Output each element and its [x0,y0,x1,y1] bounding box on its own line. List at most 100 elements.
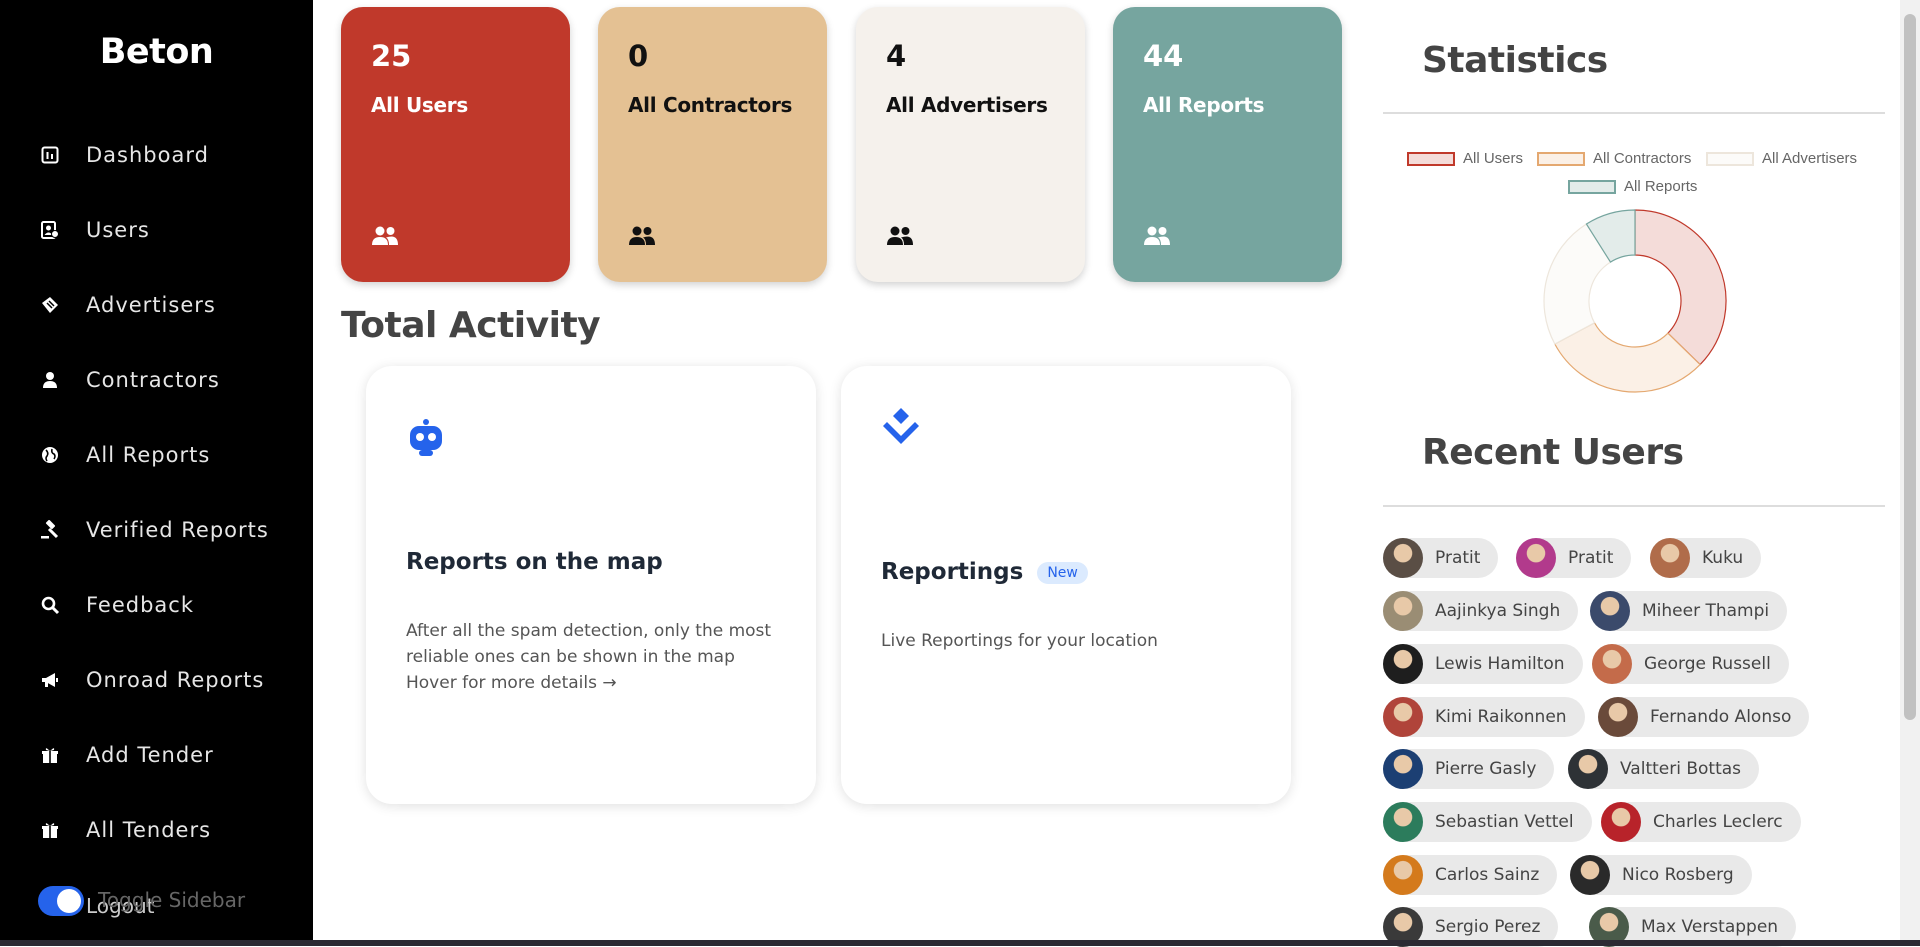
activity-card-title: Reports on the map [406,549,663,575]
gavel-icon [41,520,59,539]
user-name: Lewis Hamilton [1435,654,1565,674]
scrollbar-thumb[interactable] [1904,14,1916,720]
stat-card-all-reports[interactable]: 44 All Reports [1113,7,1342,282]
sidebar-item-add-tender[interactable]: Add Tender [40,735,310,775]
doughnut-slice-all-users[interactable] [1634,209,1727,366]
toggle-sidebar-label: Toggle Sidebar [98,888,246,912]
sidebar-item-users[interactable]: Users [40,210,310,250]
user-name: Carlos Sainz [1435,865,1540,885]
legend-swatch [1568,179,1616,194]
user-chip[interactable]: Nico Rosberg [1570,855,1752,895]
layers-icon [883,408,919,444]
globe-icon [42,447,58,463]
stat-card-all-advertisers[interactable]: 4 All Advertisers [856,7,1085,282]
sidebar-item-dashboard[interactable]: Dashboard [40,135,310,175]
legend-item[interactable]: All Users [1407,150,1523,167]
gift-icon [42,748,58,763]
user-name: George Russell [1644,654,1771,674]
user-id-icon [41,221,59,239]
user-chip[interactable]: Charles Leclerc [1601,802,1801,842]
avatar [1383,855,1423,895]
stat-label: All Reports [1143,93,1265,117]
activity-card-map[interactable]: Reports on the map After all the spam de… [366,366,816,804]
user-chip[interactable]: Lewis Hamilton [1383,644,1583,684]
user-name: Pratit [1568,548,1614,568]
sidebar-item-advertisers[interactable]: Advertisers [40,285,310,325]
sidebar-item-label: All Tenders [86,818,212,842]
users-icon [1144,226,1170,245]
stat-value: 0 [628,39,649,73]
legend-label: All Contractors [1593,150,1692,167]
user-name: Aajinkya Singh [1435,601,1561,621]
sidebar-item-onroad-reports[interactable]: Onroad Reports [40,660,310,700]
person-icon [43,372,57,388]
user-name: Sergio Perez [1435,917,1541,937]
recent-users-title: Recent Users [1422,432,1684,473]
total-activity-title: Total Activity [341,305,601,346]
search-icon [41,596,60,615]
hover-details-link[interactable]: Hover for more details → [406,670,786,696]
user-chip[interactable]: Kimi Raikonnen [1383,697,1585,737]
sidebar-item-contractors[interactable]: Contractors [40,360,310,400]
user-name: Miheer Thampi [1642,601,1770,621]
user-name: Fernando Alonso [1650,707,1792,727]
user-chip[interactable]: Pierre Gasly [1383,749,1555,789]
legend-item[interactable]: All Contractors [1537,150,1691,167]
user-chip[interactable]: George Russell [1592,644,1789,684]
user-name: Pierre Gasly [1435,759,1537,779]
user-chip[interactable]: Pratit [1383,538,1499,578]
sidebar-item-feedback[interactable]: Feedback [40,585,310,625]
avatar [1598,697,1638,737]
user-chip[interactable]: Kuku [1650,538,1762,578]
stat-card-all-users[interactable]: 25 All Users [341,7,570,282]
sidebar-toggle-switch[interactable] [38,886,84,916]
user-chip[interactable]: Fernando Alonso [1598,697,1810,737]
legend-item[interactable]: All Advertisers [1706,150,1857,167]
stat-value: 25 [371,39,412,73]
sidebar-item-label: Add Tender [86,743,214,767]
avatar [1590,591,1630,631]
sidebar-item-verified-reports[interactable]: Verified Reports [40,510,310,550]
user-chip[interactable]: Valtteri Bottas [1568,749,1760,789]
stat-label: All Users [371,93,468,117]
ticket-icon [42,297,58,313]
avatar [1568,749,1608,789]
megaphone-icon [42,673,58,687]
user-chip[interactable]: Miheer Thampi [1590,591,1788,631]
user-name: Nico Rosberg [1622,865,1734,885]
legend-label: All Users [1463,150,1524,167]
divider [1383,112,1885,114]
user-chip[interactable]: Aajinkya Singh [1383,591,1579,631]
user-name: Pratit [1435,548,1481,568]
users-icon [372,226,398,245]
activity-card-reportings[interactable]: Reportings New Live Reportings for your l… [841,366,1291,804]
gift-icon [42,823,58,838]
page-scrollbar[interactable] [1900,0,1920,946]
sidebar-item-label: Advertisers [86,293,216,317]
activity-card-title: Reportings [881,559,1024,585]
sidebar-item-label: Users [86,218,150,242]
sidebar-item-label: Dashboard [86,143,209,167]
legend-swatch [1706,151,1754,166]
user-chip[interactable]: Carlos Sainz [1383,855,1558,895]
sidebar: Beton Dashboard Users Advertisers Contra… [0,0,313,946]
stat-card-all-contractors[interactable]: 0 All Contractors [598,7,827,282]
avatar [1650,538,1690,578]
sidebar-item-label: Onroad Reports [86,668,265,692]
sidebar-item-all-reports[interactable]: All Reports [40,435,310,475]
user-chip[interactable]: Sebastian Vettel [1383,802,1592,842]
user-chip[interactable]: Pratit [1516,538,1632,578]
user-name: Kuku [1702,548,1744,568]
stat-label: All Advertisers [886,93,1048,117]
brand-logo: Beton [99,32,214,72]
legend-item[interactable]: All Reports [1568,178,1697,195]
sidebar-item-all-tenders[interactable]: All Tenders [40,810,310,850]
user-name: Sebastian Vettel [1435,812,1574,832]
avatar [1383,749,1423,789]
legend-label: All Advertisers [1762,150,1858,167]
activity-card-title-row: Reportings New [881,559,1088,585]
stat-label: All Contractors [628,93,793,117]
avatar [1383,591,1423,631]
divider [1383,505,1885,507]
avatar [1383,802,1423,842]
